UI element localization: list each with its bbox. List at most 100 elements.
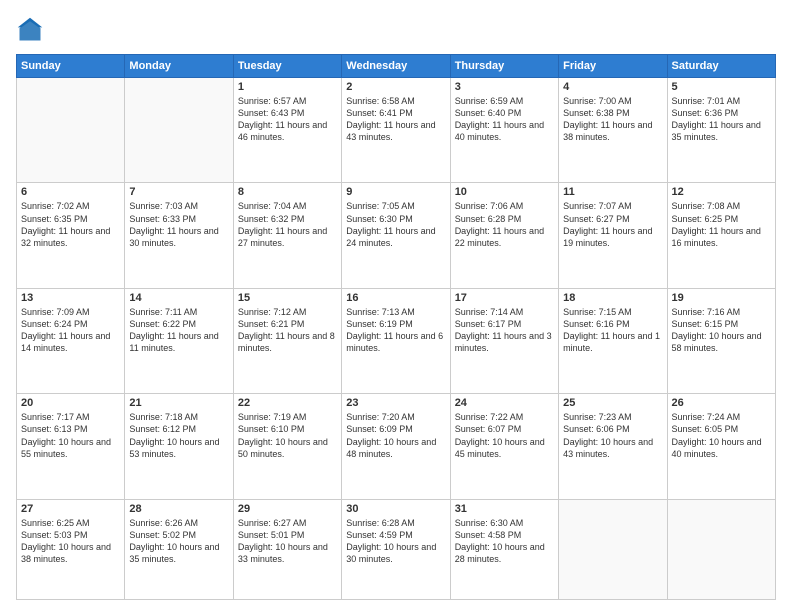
cell-details: Sunrise: 7:04 AM Sunset: 6:32 PM Dayligh… [238, 200, 337, 249]
cell-details: Sunrise: 6:25 AM Sunset: 5:03 PM Dayligh… [21, 517, 120, 566]
weekday-tuesday: Tuesday [233, 55, 341, 78]
cell-details: Sunrise: 7:15 AM Sunset: 6:16 PM Dayligh… [563, 306, 662, 355]
weekday-thursday: Thursday [450, 55, 558, 78]
cell-details: Sunrise: 7:13 AM Sunset: 6:19 PM Dayligh… [346, 306, 445, 355]
day-number: 2 [346, 81, 445, 93]
calendar-cell: 8Sunrise: 7:04 AM Sunset: 6:32 PM Daylig… [233, 183, 341, 288]
calendar-cell: 25Sunrise: 7:23 AM Sunset: 6:06 PM Dayli… [559, 394, 667, 499]
calendar-cell: 31 Sunrise: 6:30 AM Sunset: 4:58 PM Dayli… [450, 499, 558, 599]
cell-details: Sunrise: 7:02 AM Sunset: 6:35 PM Dayligh… [21, 200, 120, 249]
calendar-cell [559, 499, 667, 599]
week-row-1: 1 Sunrise: 6:57 AM Sunset: 6:43 PM Daylig… [17, 78, 776, 183]
cell-details: Sunrise: 7:01 AM Sunset: 6:36 PM Dayligh… [672, 95, 771, 144]
day-number: 15 [238, 292, 337, 304]
cell-details: Sunrise: 6:27 AM Sunset: 5:01 PM Dayligh… [238, 517, 337, 566]
cell-details: Sunrise: 7:18 AM Sunset: 6:12 PM Dayligh… [129, 411, 228, 460]
page: SundayMondayTuesdayWednesdayThursdayFrid… [0, 0, 792, 612]
calendar-cell: 14 Sunrise: 7:11 AM Sunset: 6:22 PM Dayli… [125, 288, 233, 393]
week-row-2: 6 Sunrise: 7:02 AM Sunset: 6:35 PM Daylig… [17, 183, 776, 288]
calendar-table: SundayMondayTuesdayWednesdayThursdayFrid… [16, 54, 776, 600]
cell-details: Sunrise: 7:00 AM Sunset: 6:38 PM Dayligh… [563, 95, 662, 144]
weekday-saturday: Saturday [667, 55, 775, 78]
calendar-cell: 28 Sunrise: 6:26 AM Sunset: 5:02 PM Dayli… [125, 499, 233, 599]
day-number: 29 [238, 503, 337, 515]
logo [16, 16, 48, 44]
day-number: 21 [129, 397, 228, 409]
day-number: 19 [672, 292, 771, 304]
cell-details: Sunrise: 7:17 AM Sunset: 6:13 PM Dayligh… [21, 411, 120, 460]
day-number: 23 [346, 397, 445, 409]
cell-details: Sunrise: 7:07 AM Sunset: 6:27 PM Dayligh… [563, 200, 662, 249]
header [16, 16, 776, 44]
calendar-cell [17, 78, 125, 183]
cell-details: Sunrise: 6:58 AM Sunset: 6:41 PM Dayligh… [346, 95, 445, 144]
cell-details: Sunrise: 7:03 AM Sunset: 6:33 PM Dayligh… [129, 200, 228, 249]
weekday-monday: Monday [125, 55, 233, 78]
day-number: 30 [346, 503, 445, 515]
day-number: 9 [346, 186, 445, 198]
day-number: 5 [672, 81, 771, 93]
cell-details: Sunrise: 7:22 AM Sunset: 6:07 PM Dayligh… [455, 411, 554, 460]
week-row-4: 20 Sunrise: 7:17 AM Sunset: 6:13 PM Dayli… [17, 394, 776, 499]
day-number: 13 [21, 292, 120, 304]
day-number: 18 [563, 292, 662, 304]
day-number: 24 [455, 397, 554, 409]
calendar-cell: 16 Sunrise: 7:13 AM Sunset: 6:19 PM Dayli… [342, 288, 450, 393]
day-number: 6 [21, 186, 120, 198]
day-number: 14 [129, 292, 228, 304]
day-number: 17 [455, 292, 554, 304]
day-number: 20 [21, 397, 120, 409]
day-number: 1 [238, 81, 337, 93]
calendar-cell: 23 Sunrise: 7:20 AM Sunset: 6:09 PM Dayli… [342, 394, 450, 499]
calendar-cell: 17Sunrise: 7:14 AM Sunset: 6:17 PM Dayli… [450, 288, 558, 393]
cell-details: Sunrise: 7:16 AM Sunset: 6:15 PM Dayligh… [672, 306, 771, 355]
day-number: 25 [563, 397, 662, 409]
day-number: 28 [129, 503, 228, 515]
day-number: 3 [455, 81, 554, 93]
cell-details: Sunrise: 7:05 AM Sunset: 6:30 PM Dayligh… [346, 200, 445, 249]
calendar-cell: 15 Sunrise: 7:12 AM Sunset: 6:21 PM Dayli… [233, 288, 341, 393]
cell-details: Sunrise: 7:19 AM Sunset: 6:10 PM Dayligh… [238, 411, 337, 460]
weekday-wednesday: Wednesday [342, 55, 450, 78]
day-number: 26 [672, 397, 771, 409]
calendar-cell: 7 Sunrise: 7:03 AM Sunset: 6:33 PM Daylig… [125, 183, 233, 288]
day-number: 7 [129, 186, 228, 198]
cell-details: Sunrise: 7:11 AM Sunset: 6:22 PM Dayligh… [129, 306, 228, 355]
calendar-cell [125, 78, 233, 183]
calendar-cell: 20 Sunrise: 7:17 AM Sunset: 6:13 PM Dayli… [17, 394, 125, 499]
calendar-cell: 24 Sunrise: 7:22 AM Sunset: 6:07 PM Dayli… [450, 394, 558, 499]
calendar-cell: 30 Sunrise: 6:28 AM Sunset: 4:59 PM Dayli… [342, 499, 450, 599]
calendar-cell: 2 Sunrise: 6:58 AM Sunset: 6:41 PM Daylig… [342, 78, 450, 183]
cell-details: Sunrise: 6:30 AM Sunset: 4:58 PM Dayligh… [455, 517, 554, 566]
logo-icon [16, 16, 44, 44]
calendar-cell: 4 Sunrise: 7:00 AM Sunset: 6:38 PM Daylig… [559, 78, 667, 183]
cell-details: Sunrise: 7:20 AM Sunset: 6:09 PM Dayligh… [346, 411, 445, 460]
calendar-cell: 6 Sunrise: 7:02 AM Sunset: 6:35 PM Daylig… [17, 183, 125, 288]
day-number: 4 [563, 81, 662, 93]
cell-details: Sunrise: 7:09 AM Sunset: 6:24 PM Dayligh… [21, 306, 120, 355]
cell-details: Sunrise: 7:12 AM Sunset: 6:21 PM Dayligh… [238, 306, 337, 355]
calendar-cell: 27Sunrise: 6:25 AM Sunset: 5:03 PM Dayli… [17, 499, 125, 599]
weekday-header-row: SundayMondayTuesdayWednesdayThursdayFrid… [17, 55, 776, 78]
day-number: 22 [238, 397, 337, 409]
calendar-cell: 1 Sunrise: 6:57 AM Sunset: 6:43 PM Daylig… [233, 78, 341, 183]
calendar-cell: 5 Sunrise: 7:01 AM Sunset: 6:36 PM Daylig… [667, 78, 775, 183]
week-row-5: 27Sunrise: 6:25 AM Sunset: 5:03 PM Dayli… [17, 499, 776, 599]
day-number: 10 [455, 186, 554, 198]
day-number: 12 [672, 186, 771, 198]
calendar-cell: 10Sunrise: 7:06 AM Sunset: 6:28 PM Dayli… [450, 183, 558, 288]
day-number: 16 [346, 292, 445, 304]
cell-details: Sunrise: 6:57 AM Sunset: 6:43 PM Dayligh… [238, 95, 337, 144]
cell-details: Sunrise: 6:28 AM Sunset: 4:59 PM Dayligh… [346, 517, 445, 566]
calendar-cell: 12Sunrise: 7:08 AM Sunset: 6:25 PM Dayli… [667, 183, 775, 288]
calendar-cell: 21 Sunrise: 7:18 AM Sunset: 6:12 PM Dayli… [125, 394, 233, 499]
calendar-cell: 13 Sunrise: 7:09 AM Sunset: 6:24 PM Dayli… [17, 288, 125, 393]
weekday-friday: Friday [559, 55, 667, 78]
cell-details: Sunrise: 6:26 AM Sunset: 5:02 PM Dayligh… [129, 517, 228, 566]
week-row-3: 13 Sunrise: 7:09 AM Sunset: 6:24 PM Dayli… [17, 288, 776, 393]
calendar-cell: 11Sunrise: 7:07 AM Sunset: 6:27 PM Dayli… [559, 183, 667, 288]
calendar-cell: 3 Sunrise: 6:59 AM Sunset: 6:40 PM Daylig… [450, 78, 558, 183]
cell-details: Sunrise: 6:59 AM Sunset: 6:40 PM Dayligh… [455, 95, 554, 144]
calendar-cell: 18 Sunrise: 7:15 AM Sunset: 6:16 PM Dayli… [559, 288, 667, 393]
day-number: 31 [455, 503, 554, 515]
